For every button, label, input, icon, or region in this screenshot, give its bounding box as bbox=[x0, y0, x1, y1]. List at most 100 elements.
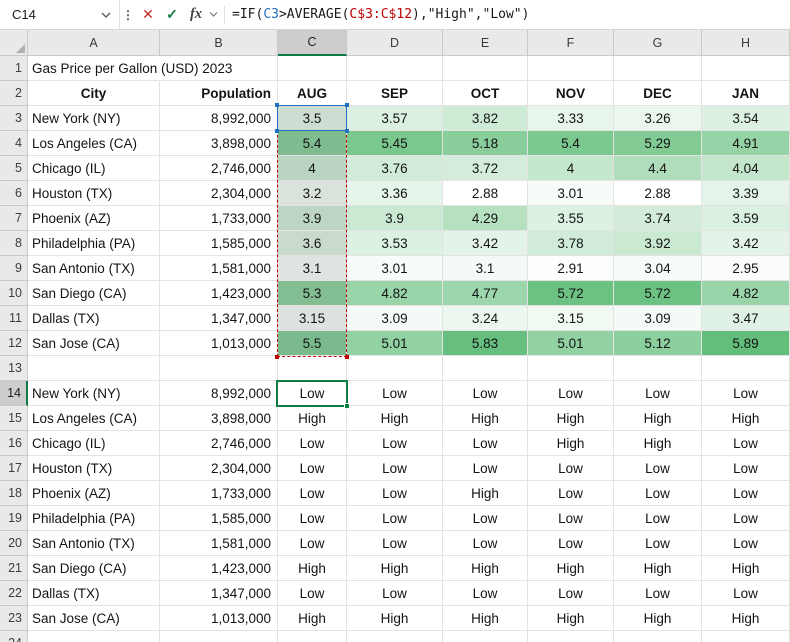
cell-H1[interactable] bbox=[702, 56, 790, 81]
row-header-19[interactable]: 19 bbox=[0, 506, 28, 531]
cell-E21[interactable]: High bbox=[443, 556, 528, 581]
cell-A24[interactable] bbox=[28, 631, 160, 642]
cell-C11[interactable]: 3.15 bbox=[278, 306, 347, 331]
name-box-dropdown-icon[interactable] bbox=[101, 12, 111, 18]
cell-H16[interactable]: Low bbox=[702, 431, 790, 456]
cell-E7[interactable]: 4.29 bbox=[443, 206, 528, 231]
cell-A10[interactable]: San Diego (CA) bbox=[28, 281, 160, 306]
cell-D11[interactable]: 3.09 bbox=[347, 306, 443, 331]
cell-H20[interactable]: Low bbox=[702, 531, 790, 556]
cell-C2[interactable]: AUG bbox=[278, 81, 347, 106]
row-header-8[interactable]: 8 bbox=[0, 231, 28, 256]
column-header-H[interactable]: H bbox=[702, 30, 790, 56]
cell-H7[interactable]: 3.59 bbox=[702, 206, 790, 231]
cell-C23[interactable]: High bbox=[278, 606, 347, 631]
row-header-11[interactable]: 11 bbox=[0, 306, 28, 331]
cell-F11[interactable]: 3.15 bbox=[528, 306, 614, 331]
cell-G9[interactable]: 3.04 bbox=[614, 256, 702, 281]
cell-F10[interactable]: 5.72 bbox=[528, 281, 614, 306]
cell-G14[interactable]: Low bbox=[614, 381, 702, 406]
column-header-A[interactable]: A bbox=[28, 30, 160, 56]
column-header-C[interactable]: C bbox=[278, 30, 347, 56]
cell-A12[interactable]: San Jose (CA) bbox=[28, 331, 160, 356]
row-header-13[interactable]: 13 bbox=[0, 356, 28, 381]
cell-D22[interactable]: Low bbox=[347, 581, 443, 606]
cell-G2[interactable]: DEC bbox=[614, 81, 702, 106]
cell-H12[interactable]: 5.89 bbox=[702, 331, 790, 356]
cell-A19[interactable]: Philadelphia (PA) bbox=[28, 506, 160, 531]
cell-G6[interactable]: 2.88 bbox=[614, 181, 702, 206]
cell-E15[interactable]: High bbox=[443, 406, 528, 431]
name-box[interactable]: C14 bbox=[0, 0, 120, 29]
cell-A5[interactable]: Chicago (IL) bbox=[28, 156, 160, 181]
cell-B10[interactable]: 1,423,000 bbox=[160, 281, 278, 306]
cell-F19[interactable]: Low bbox=[528, 506, 614, 531]
cell-H18[interactable]: Low bbox=[702, 481, 790, 506]
cell-C16[interactable]: Low bbox=[278, 431, 347, 456]
cell-G19[interactable]: Low bbox=[614, 506, 702, 531]
cell-F5[interactable]: 4 bbox=[528, 156, 614, 181]
row-header-12[interactable]: 12 bbox=[0, 331, 28, 356]
row-header-5[interactable]: 5 bbox=[0, 156, 28, 181]
cell-E19[interactable]: Low bbox=[443, 506, 528, 531]
cell-G16[interactable]: High bbox=[614, 431, 702, 456]
cell-G8[interactable]: 3.92 bbox=[614, 231, 702, 256]
column-header-E[interactable]: E bbox=[443, 30, 528, 56]
cell-B9[interactable]: 1,581,000 bbox=[160, 256, 278, 281]
cell-C14[interactable]: Low bbox=[278, 381, 347, 406]
row-header-6[interactable]: 6 bbox=[0, 181, 28, 206]
row-header-23[interactable]: 23 bbox=[0, 606, 28, 631]
column-header-G[interactable]: G bbox=[614, 30, 702, 56]
cell-H13[interactable] bbox=[702, 356, 790, 381]
row-header-24[interactable]: 24 bbox=[0, 631, 28, 642]
cell-F24[interactable] bbox=[528, 631, 614, 642]
row-header-18[interactable]: 18 bbox=[0, 481, 28, 506]
row-header-20[interactable]: 20 bbox=[0, 531, 28, 556]
cell-G23[interactable]: High bbox=[614, 606, 702, 631]
cell-B20[interactable]: 1,581,000 bbox=[160, 531, 278, 556]
cell-G17[interactable]: Low bbox=[614, 456, 702, 481]
cell-F2[interactable]: NOV bbox=[528, 81, 614, 106]
cell-B2[interactable]: Population bbox=[160, 81, 278, 106]
cell-H14[interactable]: Low bbox=[702, 381, 790, 406]
cell-G5[interactable]: 4.4 bbox=[614, 156, 702, 181]
cell-F14[interactable]: Low bbox=[528, 381, 614, 406]
cell-C17[interactable]: Low bbox=[278, 456, 347, 481]
cell-A14[interactable]: New York (NY) bbox=[28, 381, 160, 406]
cell-H19[interactable]: Low bbox=[702, 506, 790, 531]
cell-E14[interactable]: Low bbox=[443, 381, 528, 406]
cell-F9[interactable]: 2.91 bbox=[528, 256, 614, 281]
cell-E22[interactable]: Low bbox=[443, 581, 528, 606]
cell-A23[interactable]: San Jose (CA) bbox=[28, 606, 160, 631]
cell-C7[interactable]: 3.9 bbox=[278, 206, 347, 231]
cell-A3[interactable]: New York (NY) bbox=[28, 106, 160, 131]
row-header-9[interactable]: 9 bbox=[0, 256, 28, 281]
cell-A11[interactable]: Dallas (TX) bbox=[28, 306, 160, 331]
cell-H21[interactable]: High bbox=[702, 556, 790, 581]
cell-G11[interactable]: 3.09 bbox=[614, 306, 702, 331]
cell-G15[interactable]: High bbox=[614, 406, 702, 431]
cell-D16[interactable]: Low bbox=[347, 431, 443, 456]
cell-C18[interactable]: Low bbox=[278, 481, 347, 506]
column-header-F[interactable]: F bbox=[528, 30, 614, 56]
cell-B15[interactable]: 3,898,000 bbox=[160, 406, 278, 431]
cell-D6[interactable]: 3.36 bbox=[347, 181, 443, 206]
cell-C8[interactable]: 3.6 bbox=[278, 231, 347, 256]
cell-B4[interactable]: 3,898,000 bbox=[160, 131, 278, 156]
cell-B24[interactable] bbox=[160, 631, 278, 642]
cell-F15[interactable]: High bbox=[528, 406, 614, 431]
fill-handle[interactable] bbox=[344, 403, 350, 409]
cell-D15[interactable]: High bbox=[347, 406, 443, 431]
cell-D20[interactable]: Low bbox=[347, 531, 443, 556]
cell-E10[interactable]: 4.77 bbox=[443, 281, 528, 306]
cell-D7[interactable]: 3.9 bbox=[347, 206, 443, 231]
cell-E23[interactable]: High bbox=[443, 606, 528, 631]
cell-B7[interactable]: 1,733,000 bbox=[160, 206, 278, 231]
cell-A13[interactable] bbox=[28, 356, 160, 381]
cell-F23[interactable]: High bbox=[528, 606, 614, 631]
column-header-B[interactable]: B bbox=[160, 30, 278, 56]
row-header-22[interactable]: 22 bbox=[0, 581, 28, 606]
cell-D12[interactable]: 5.01 bbox=[347, 331, 443, 356]
cell-A15[interactable]: Los Angeles (CA) bbox=[28, 406, 160, 431]
cell-G24[interactable] bbox=[614, 631, 702, 642]
